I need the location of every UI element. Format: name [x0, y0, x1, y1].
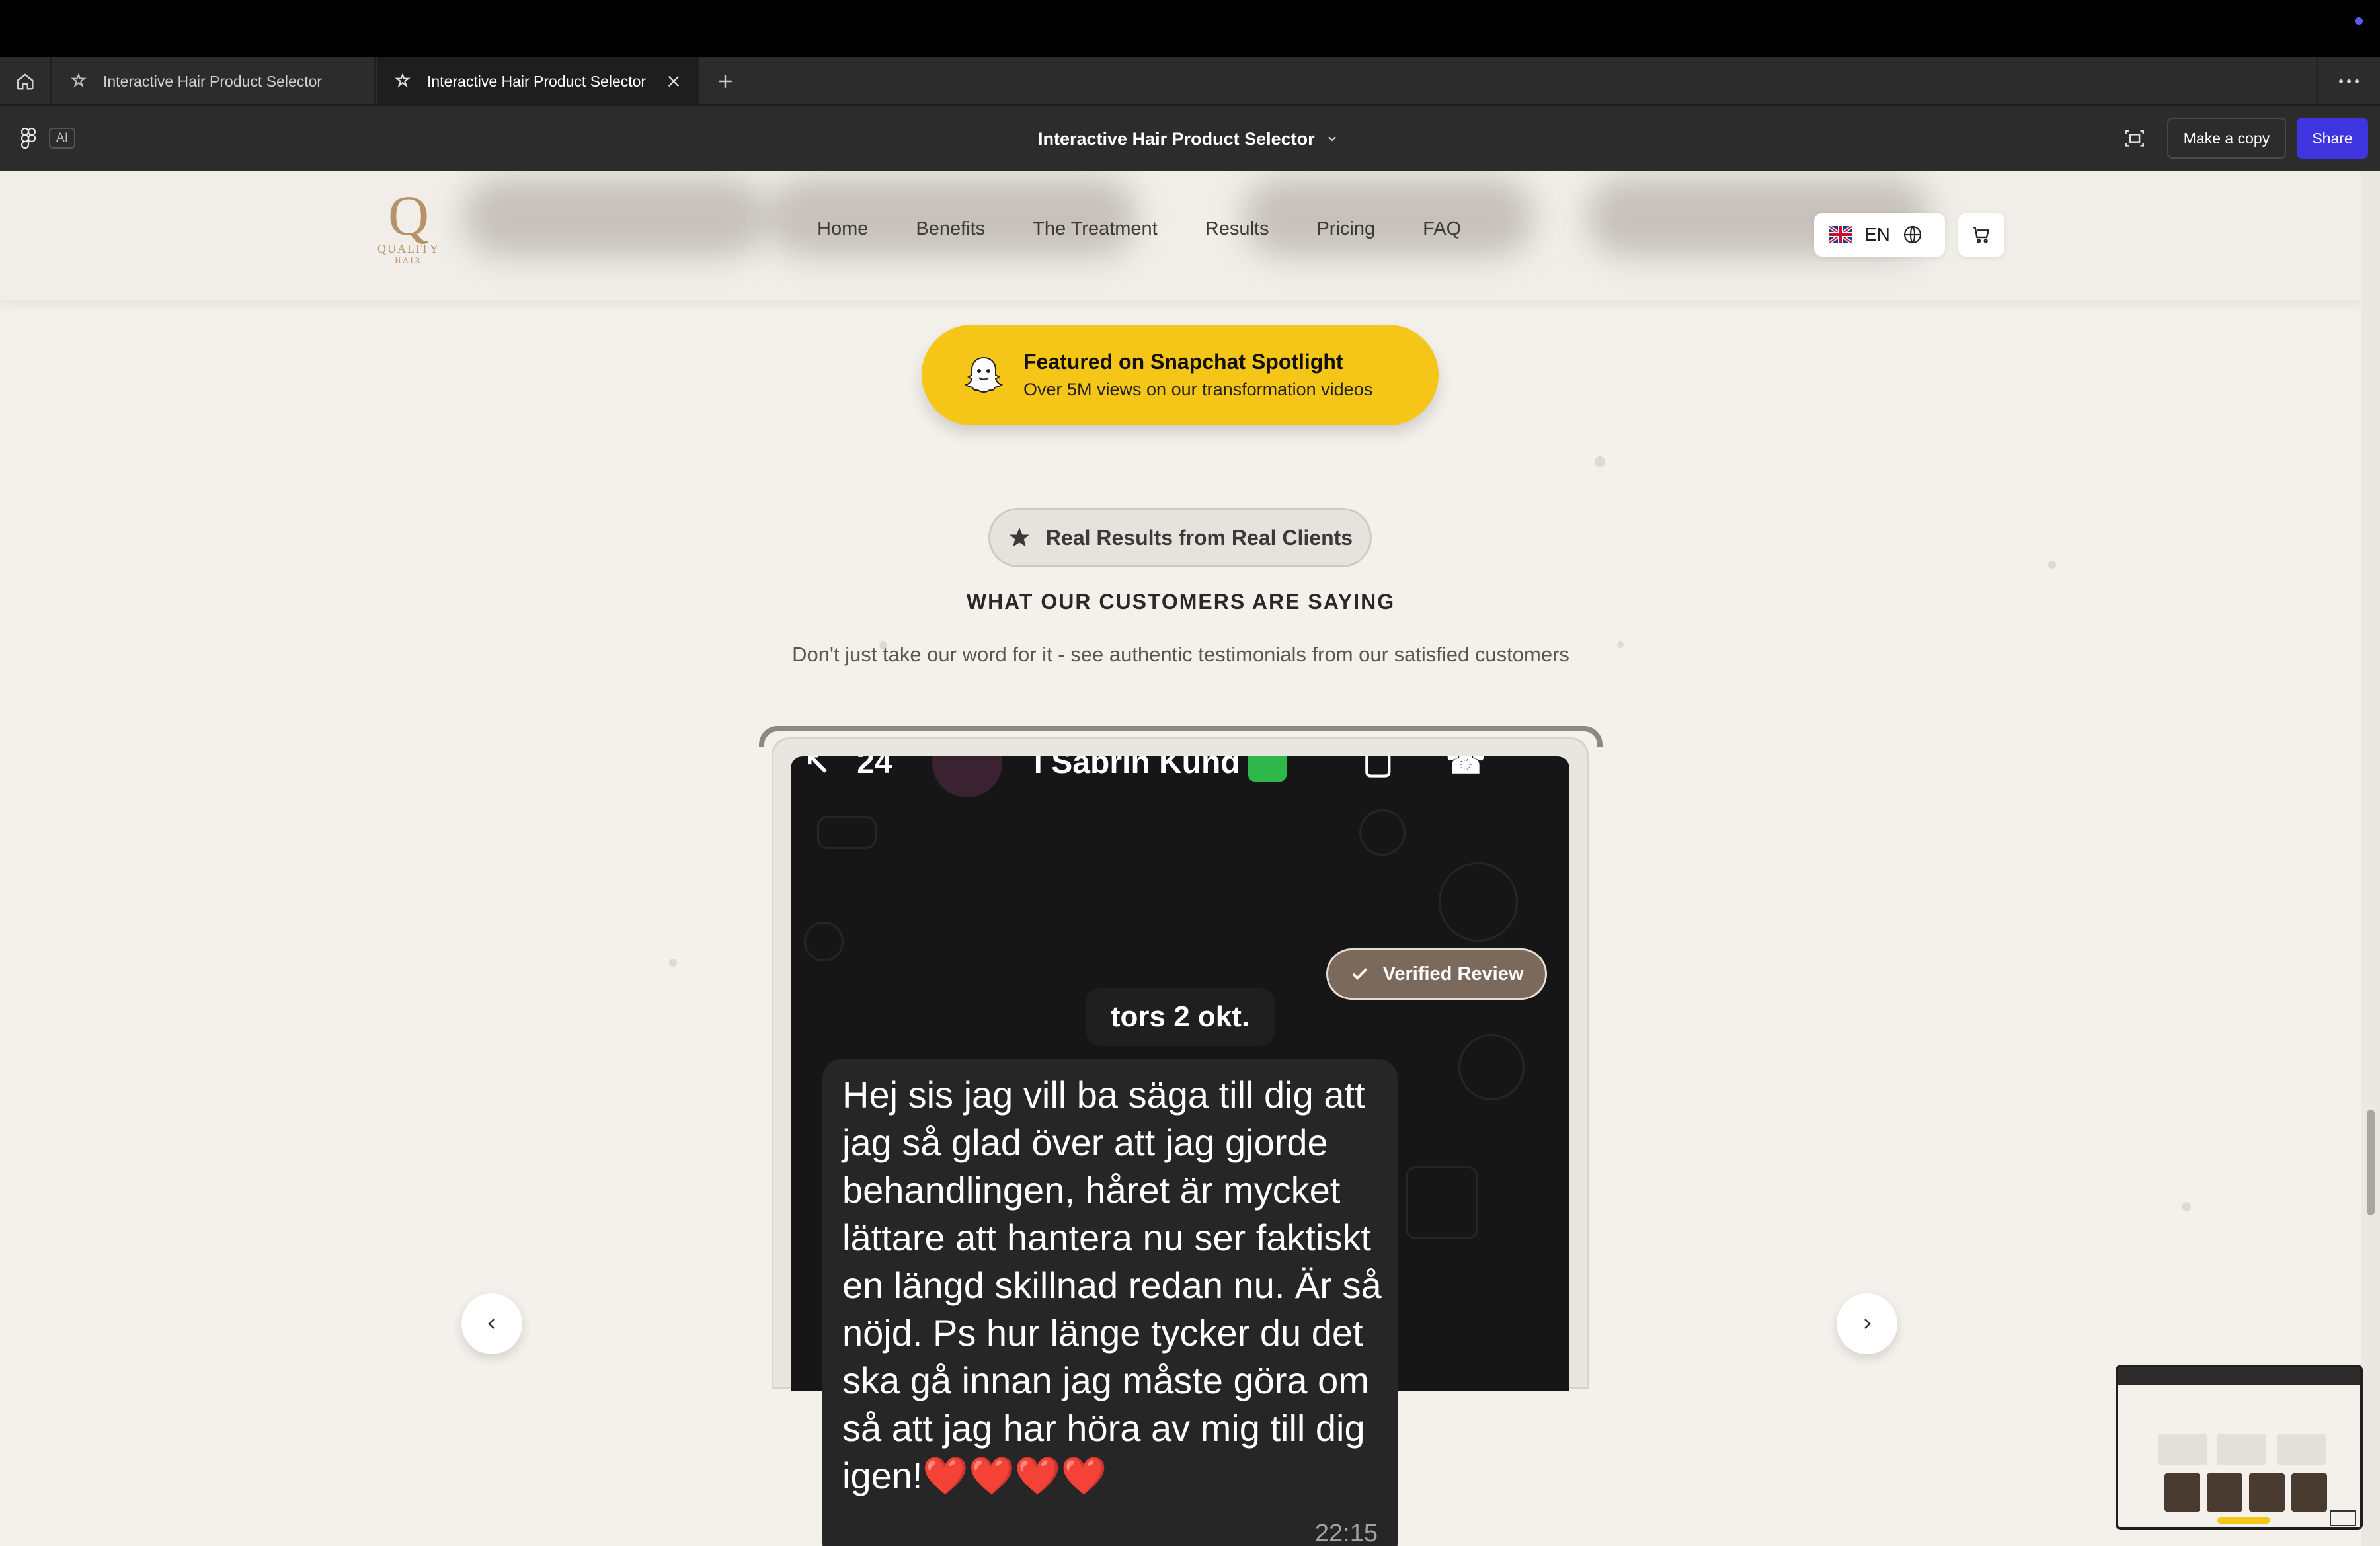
real-results-badge: Real Results from Real Clients	[988, 508, 1372, 567]
minimap-image	[2164, 1473, 2200, 1512]
figma-logo-icon	[20, 127, 36, 149]
home-button[interactable]	[0, 57, 52, 106]
globe-icon	[1903, 225, 1921, 244]
logo-line-1: QUALITY	[377, 242, 440, 255]
chat-doodle	[817, 816, 877, 849]
nav-faq[interactable]: FAQ	[1423, 218, 1461, 240]
home-icon	[17, 73, 34, 90]
chevron-left-icon	[488, 1319, 495, 1329]
nav-benefits[interactable]: Benefits	[916, 218, 985, 240]
chat-message-text: Hej sis jag vill ba säga till dig att ja…	[842, 1074, 1382, 1496]
star-icon	[1009, 528, 1029, 547]
minimap-image	[2207, 1473, 2242, 1512]
chat-contact-name: l Sabrin Kund	[1033, 756, 1240, 780]
main-nav: Home Benefits The Treatment Results Pric…	[817, 210, 1509, 247]
chevron-down-icon	[1328, 136, 1336, 142]
header-blur	[463, 177, 767, 257]
file-title-dropdown[interactable]: Interactive Hair Product Selector	[1038, 126, 1337, 152]
decorative-dot	[669, 959, 677, 967]
figma-make-icon	[394, 71, 414, 91]
nav-the-treatment[interactable]: The Treatment	[1033, 218, 1158, 240]
share-button[interactable]: Share	[2297, 118, 2368, 159]
video-call-icon: ▢	[1363, 756, 1393, 780]
snapchat-ghost-icon	[964, 356, 1004, 393]
chat-doodle	[1359, 809, 1406, 856]
figma-menu-button[interactable]	[16, 126, 41, 151]
page-scrollbar[interactable]	[2361, 171, 2380, 1546]
nav-pricing[interactable]: Pricing	[1316, 218, 1375, 240]
checkmark-icon	[1352, 968, 1367, 980]
minimap-image	[2249, 1473, 2285, 1512]
minimap-stat-card	[2158, 1434, 2207, 1465]
tab-1[interactable]: Interactive Hair Product Selector	[53, 57, 376, 106]
minimap-header	[2118, 1367, 2360, 1385]
minimap-banner	[2217, 1517, 2270, 1524]
new-tab-button[interactable]	[713, 69, 738, 94]
make-a-copy-button[interactable]: Make a copy	[2167, 118, 2286, 159]
chat-doodle	[1458, 1034, 1525, 1100]
carousel-next-button[interactable]	[1837, 1293, 1897, 1354]
carousel-prev-button[interactable]	[461, 1293, 522, 1354]
verified-label: Verified Review	[1382, 963, 1524, 985]
nav-results[interactable]: Results	[1205, 218, 1269, 240]
avatar	[932, 756, 1002, 797]
chat-message-time: 22:15	[1314, 1520, 1378, 1546]
chat-back-arrow-icon: ↖	[804, 756, 831, 780]
cart-button[interactable]	[1958, 213, 2004, 257]
logo-line-2: HAIR	[395, 255, 422, 264]
logo-mark: Q	[387, 184, 430, 247]
snapchat-text: Featured on Snapchat Spotlight Over 5M v…	[1023, 350, 1372, 400]
more-icon	[2339, 79, 2359, 83]
snapchat-title: Featured on Snapchat Spotlight	[1023, 350, 1343, 374]
verified-check-icon	[1248, 756, 1287, 782]
decorative-dot	[1595, 456, 1605, 467]
minimap-stat-card	[2277, 1434, 2326, 1465]
decorative-dot	[2048, 561, 2056, 569]
chat-doodle	[1439, 862, 1518, 942]
editor-toolbar: AI Interactive Hair Product Selector Mak…	[0, 106, 2380, 171]
scrollbar-thumb[interactable]	[2367, 1110, 2375, 1215]
chevron-right-icon	[1864, 1319, 1871, 1329]
snapchat-featured-banner[interactable]: Featured on Snapchat Spotlight Over 5M v…	[922, 325, 1439, 425]
close-icon	[668, 75, 680, 87]
figma-make-icon	[70, 71, 90, 91]
language-selector[interactable]: EN	[1814, 213, 1945, 257]
chat-back-count: 24	[857, 756, 892, 780]
preview-button[interactable]	[2121, 124, 2149, 152]
chat-doodle	[804, 922, 844, 961]
minimap-image	[2291, 1473, 2327, 1512]
phone-call-icon: ☎	[1445, 756, 1486, 780]
chat-date: tors 2 okt.	[1086, 988, 1275, 1046]
chat-message-bubble: Hej sis jag vill ba säga till dig att ja…	[822, 1059, 1398, 1546]
uk-flag-icon	[1829, 226, 1852, 243]
badge-label: Real Results from Real Clients	[1045, 525, 1353, 549]
minimap-viewport[interactable]	[2330, 1510, 2356, 1526]
preview-icon	[2125, 130, 2145, 147]
tab-2[interactable]: Interactive Hair Product Selector	[377, 57, 699, 106]
minimap-stat-card	[2217, 1434, 2266, 1465]
site-header: Q QUALITY HAIR Home Benefits The Treatme…	[0, 171, 2361, 300]
file-title: Interactive Hair Product Selector	[1038, 128, 1315, 149]
ai-badge[interactable]: AI	[49, 128, 75, 149]
page-minimap[interactable]	[2116, 1365, 2363, 1530]
os-menu-bar	[0, 0, 2380, 57]
section-title: WHAT OUR CUSTOMERS ARE SAYING	[966, 590, 1396, 614]
site-logo[interactable]: Q QUALITY HAIR	[376, 184, 442, 275]
language-code: EN	[1864, 224, 1890, 245]
tab-bar: Interactive Hair Product Selector Intera…	[0, 57, 2380, 106]
close-tab-button[interactable]	[664, 71, 684, 91]
nav-home[interactable]: Home	[817, 218, 868, 240]
section-subtitle: Don't just take our word for it - see au…	[792, 643, 1569, 666]
status-dot	[2355, 17, 2363, 25]
tab-2-label: Interactive Hair Product Selector	[427, 72, 647, 90]
cart-icon	[1973, 227, 1990, 243]
decorative-dot	[2182, 1202, 2191, 1211]
tab-1-label: Interactive Hair Product Selector	[103, 72, 323, 90]
verified-review-badge: Verified Review	[1326, 948, 1547, 1000]
plus-icon	[719, 75, 732, 88]
snapchat-subtitle: Over 5M views on our transformation vide…	[1023, 380, 1373, 399]
chat-header: ↖ 24 l Sabrin Kund ▢ ☎	[804, 756, 1486, 797]
tab-overflow-button[interactable]	[2317, 57, 2380, 106]
chat-doodle	[1406, 1166, 1478, 1239]
